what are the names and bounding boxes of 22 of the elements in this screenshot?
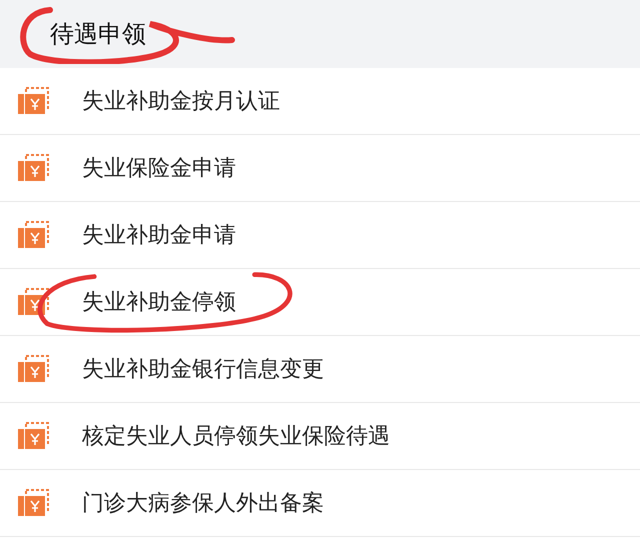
ticket-icon [16, 153, 52, 183]
item-label: 失业补助金申请 [82, 222, 236, 250]
item-label: 门诊大病参保人外出备案 [82, 490, 324, 518]
service-item[interactable]: 失业补助金按月认证 [0, 68, 640, 135]
service-item[interactable]: 失业保险金申请 [0, 135, 640, 202]
item-label: 失业补助金银行信息变更 [82, 356, 324, 384]
item-label: 失业保险金申请 [82, 155, 236, 183]
service-item[interactable]: 失业补助金停领 [0, 269, 640, 336]
item-label: 失业补助金按月认证 [82, 88, 280, 116]
item-label: 核定失业人员停领失业保险待遇 [82, 423, 390, 451]
ticket-icon [16, 287, 52, 317]
ticket-icon [16, 354, 52, 384]
service-item[interactable]: 失业补助金银行信息变更 [0, 336, 640, 403]
service-item[interactable]: 门诊大病参保人外出备案 [0, 470, 640, 537]
ticket-icon [16, 220, 52, 250]
ticket-icon [16, 86, 52, 116]
ticket-icon [16, 421, 52, 451]
service-item[interactable]: 失业补助金申请 [0, 202, 640, 269]
item-label: 失业补助金停领 [82, 289, 236, 317]
section-title: 待遇申领 [50, 19, 146, 50]
ticket-icon [16, 488, 52, 518]
service-item[interactable]: 核定失业人员停领失业保险待遇 [0, 403, 640, 470]
